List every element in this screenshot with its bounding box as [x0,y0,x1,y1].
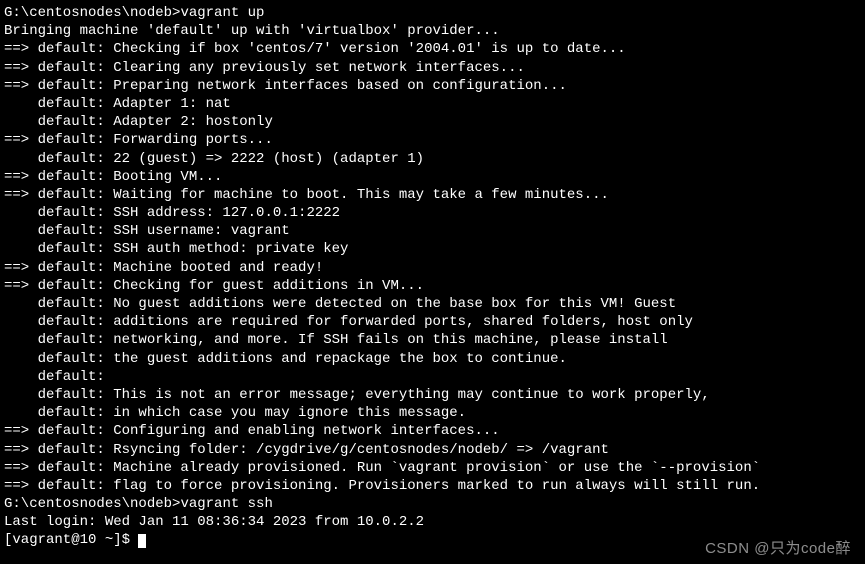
output-line: ==> default: Preparing network interface… [4,77,861,95]
output-line: Bringing machine 'default' up with 'virt… [4,22,861,40]
output-line: ==> default: Booting VM... [4,168,861,186]
prompt-path: G:\centosnodes\nodeb> [4,5,180,21]
output-line: default: Adapter 1: nat [4,95,861,113]
output-line: default: networking, and more. If SSH fa… [4,331,861,349]
output-line: ==> default: Rsyncing folder: /cygdrive/… [4,441,861,459]
output-line: default: in which case you may ignore th… [4,404,861,422]
command-text: vagrant up [180,5,264,21]
output-line: ==> default: Forwarding ports... [4,131,861,149]
cursor-icon [138,534,146,548]
output-line: ==> default: Machine booted and ready! [4,259,861,277]
output-line: ==> default: Waiting for machine to boot… [4,186,861,204]
output-line: ==> default: Clearing any previously set… [4,59,861,77]
output-line: ==> default: flag to force provisioning.… [4,477,861,495]
output-line: default: SSH username: vagrant [4,222,861,240]
output-line: ==> default: Configuring and enabling ne… [4,422,861,440]
output-line: ==> default: Machine already provisioned… [4,459,861,477]
output-line: default: 22 (guest) => 2222 (host) (adap… [4,150,861,168]
terminal-output[interactable]: G:\centosnodes\nodeb>vagrant upBringing … [4,4,861,550]
prompt-line: G:\centosnodes\nodeb>vagrant up [4,4,861,22]
output-line: default: SSH auth method: private key [4,240,861,258]
watermark-text: CSDN @只为code醉 [705,539,851,559]
prompt-line: G:\centosnodes\nodeb>vagrant ssh [4,495,861,513]
ssh-prompt: [vagrant@10 ~]$ [4,532,138,548]
command-text: vagrant ssh [180,496,272,512]
output-line: default: SSH address: 127.0.0.1:2222 [4,204,861,222]
output-line: default: [4,368,861,386]
output-line: ==> default: Checking for guest addition… [4,277,861,295]
output-line: default: This is not an error message; e… [4,386,861,404]
output-line: default: additions are required for forw… [4,313,861,331]
prompt-path: G:\centosnodes\nodeb> [4,496,180,512]
output-line: default: No guest additions were detecte… [4,295,861,313]
output-line: default: the guest additions and repacka… [4,350,861,368]
last-login-line: Last login: Wed Jan 11 08:36:34 2023 fro… [4,513,861,531]
output-line: ==> default: Checking if box 'centos/7' … [4,40,861,58]
output-line: default: Adapter 2: hostonly [4,113,861,131]
